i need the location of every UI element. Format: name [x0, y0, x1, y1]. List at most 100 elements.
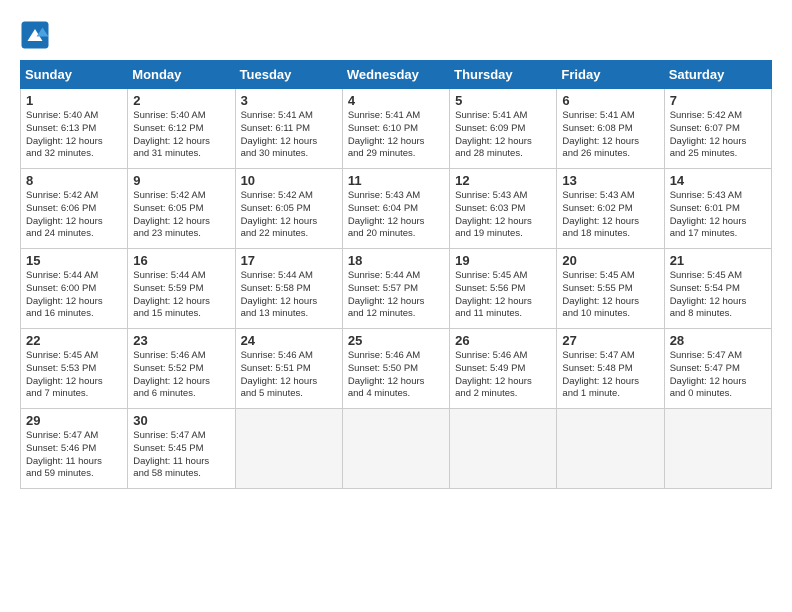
calendar-row-3: 22Sunrise: 5:45 AM Sunset: 5:53 PM Dayli…: [21, 329, 772, 409]
day-number: 12: [455, 173, 551, 188]
cell-info: Sunrise: 5:46 AM Sunset: 5:52 PM Dayligh…: [133, 350, 229, 401]
day-number: 1: [26, 93, 122, 108]
col-header-sunday: Sunday: [21, 61, 128, 89]
calendar-cell: 30Sunrise: 5:47 AM Sunset: 5:45 PM Dayli…: [128, 409, 235, 489]
col-header-monday: Monday: [128, 61, 235, 89]
calendar-cell: [664, 409, 771, 489]
cell-info: Sunrise: 5:41 AM Sunset: 6:10 PM Dayligh…: [348, 110, 444, 161]
col-header-wednesday: Wednesday: [342, 61, 449, 89]
page-header: [20, 20, 772, 50]
calendar-body: 1 Sunrise: 5:40 AM Sunset: 6:13 PM Daylig…: [21, 89, 772, 489]
cell-info: Sunrise: 5:45 AM Sunset: 5:55 PM Dayligh…: [562, 270, 658, 321]
calendar-cell: 20 Sunrise: 5:45 AM Sunset: 5:55 PM Dayli…: [557, 249, 664, 329]
calendar-cell: 1 Sunrise: 5:40 AM Sunset: 6:13 PM Daylig…: [21, 89, 128, 169]
day-number: 20: [562, 253, 658, 268]
day-number: 18: [348, 253, 444, 268]
day-number: 13: [562, 173, 658, 188]
day-number: 24: [241, 333, 337, 348]
cell-info: Sunrise: 5:45 AM Sunset: 5:54 PM Dayligh…: [670, 270, 766, 321]
col-header-thursday: Thursday: [450, 61, 557, 89]
day-number: 15: [26, 253, 122, 268]
cell-info: Sunrise: 5:46 AM Sunset: 5:51 PM Dayligh…: [241, 350, 337, 401]
calendar-cell: 21 Sunrise: 5:45 AM Sunset: 5:54 PM Dayli…: [664, 249, 771, 329]
cell-info: Sunrise: 5:46 AM Sunset: 5:50 PM Dayligh…: [348, 350, 444, 401]
day-number: 16: [133, 253, 229, 268]
cell-info: Sunrise: 5:42 AM Sunset: 6:05 PM Dayligh…: [133, 190, 229, 241]
calendar-cell: 27Sunrise: 5:47 AM Sunset: 5:48 PM Dayli…: [557, 329, 664, 409]
cell-info: Sunrise: 5:42 AM Sunset: 6:07 PM Dayligh…: [670, 110, 766, 161]
cell-info: Sunrise: 5:47 AM Sunset: 5:46 PM Dayligh…: [26, 430, 122, 481]
calendar-cell: 28 Sunrise: 5:47 AM Sunset: 5:47 PM Dayli…: [664, 329, 771, 409]
calendar-cell: 17Sunrise: 5:44 AM Sunset: 5:58 PM Dayli…: [235, 249, 342, 329]
cell-info: Sunrise: 5:42 AM Sunset: 6:06 PM Dayligh…: [26, 190, 122, 241]
calendar-cell: 15 Sunrise: 5:44 AM Sunset: 6:00 PM Dayli…: [21, 249, 128, 329]
calendar-row-1: 8 Sunrise: 5:42 AM Sunset: 6:06 PM Daylig…: [21, 169, 772, 249]
day-number: 8: [26, 173, 122, 188]
day-number: 2: [133, 93, 229, 108]
calendar-cell: 18 Sunrise: 5:44 AM Sunset: 5:57 PM Dayli…: [342, 249, 449, 329]
cell-info: Sunrise: 5:44 AM Sunset: 5:58 PM Dayligh…: [241, 270, 337, 321]
calendar-cell: 7 Sunrise: 5:42 AM Sunset: 6:07 PM Daylig…: [664, 89, 771, 169]
day-number: 3: [241, 93, 337, 108]
calendar-cell: 3 Sunrise: 5:41 AM Sunset: 6:11 PM Daylig…: [235, 89, 342, 169]
calendar-cell: 19Sunrise: 5:45 AM Sunset: 5:56 PM Dayli…: [450, 249, 557, 329]
cell-info: Sunrise: 5:47 AM Sunset: 5:45 PM Dayligh…: [133, 430, 229, 481]
calendar-cell: 26 Sunrise: 5:46 AM Sunset: 5:49 PM Dayli…: [450, 329, 557, 409]
day-number: 22: [26, 333, 122, 348]
day-number: 27: [562, 333, 658, 348]
cell-info: Sunrise: 5:41 AM Sunset: 6:08 PM Dayligh…: [562, 110, 658, 161]
col-header-friday: Friday: [557, 61, 664, 89]
day-number: 21: [670, 253, 766, 268]
cell-info: Sunrise: 5:41 AM Sunset: 6:09 PM Dayligh…: [455, 110, 551, 161]
calendar-cell: 29 Sunrise: 5:47 AM Sunset: 5:46 PM Dayli…: [21, 409, 128, 489]
day-number: 26: [455, 333, 551, 348]
calendar-row-4: 29 Sunrise: 5:47 AM Sunset: 5:46 PM Dayli…: [21, 409, 772, 489]
cell-info: Sunrise: 5:43 AM Sunset: 6:01 PM Dayligh…: [670, 190, 766, 241]
day-number: 6: [562, 93, 658, 108]
cell-info: Sunrise: 5:46 AM Sunset: 5:49 PM Dayligh…: [455, 350, 551, 401]
calendar-table: SundayMondayTuesdayWednesdayThursdayFrid…: [20, 60, 772, 489]
calendar-cell: 6 Sunrise: 5:41 AM Sunset: 6:08 PM Daylig…: [557, 89, 664, 169]
cell-info: Sunrise: 5:41 AM Sunset: 6:11 PM Dayligh…: [241, 110, 337, 161]
day-number: 5: [455, 93, 551, 108]
logo-icon: [20, 20, 50, 50]
col-header-saturday: Saturday: [664, 61, 771, 89]
cell-info: Sunrise: 5:44 AM Sunset: 5:57 PM Dayligh…: [348, 270, 444, 321]
cell-info: Sunrise: 5:44 AM Sunset: 5:59 PM Dayligh…: [133, 270, 229, 321]
calendar-cell: 10Sunrise: 5:42 AM Sunset: 6:05 PM Dayli…: [235, 169, 342, 249]
day-number: 10: [241, 173, 337, 188]
cell-info: Sunrise: 5:43 AM Sunset: 6:04 PM Dayligh…: [348, 190, 444, 241]
calendar-cell: [557, 409, 664, 489]
calendar-row-2: 15 Sunrise: 5:44 AM Sunset: 6:00 PM Dayli…: [21, 249, 772, 329]
cell-info: Sunrise: 5:40 AM Sunset: 6:13 PM Dayligh…: [26, 110, 122, 161]
cell-info: Sunrise: 5:47 AM Sunset: 5:47 PM Dayligh…: [670, 350, 766, 401]
cell-info: Sunrise: 5:43 AM Sunset: 6:03 PM Dayligh…: [455, 190, 551, 241]
cell-info: Sunrise: 5:40 AM Sunset: 6:12 PM Dayligh…: [133, 110, 229, 161]
calendar-cell: 25 Sunrise: 5:46 AM Sunset: 5:50 PM Dayli…: [342, 329, 449, 409]
calendar-cell: [450, 409, 557, 489]
cell-info: Sunrise: 5:43 AM Sunset: 6:02 PM Dayligh…: [562, 190, 658, 241]
calendar-cell: 23 Sunrise: 5:46 AM Sunset: 5:52 PM Dayli…: [128, 329, 235, 409]
day-number: 28: [670, 333, 766, 348]
calendar-cell: [342, 409, 449, 489]
calendar-cell: [235, 409, 342, 489]
col-header-tuesday: Tuesday: [235, 61, 342, 89]
calendar-header-row: SundayMondayTuesdayWednesdayThursdayFrid…: [21, 61, 772, 89]
cell-info: Sunrise: 5:45 AM Sunset: 5:56 PM Dayligh…: [455, 270, 551, 321]
calendar-cell: 2 Sunrise: 5:40 AM Sunset: 6:12 PM Daylig…: [128, 89, 235, 169]
calendar-cell: 24 Sunrise: 5:46 AM Sunset: 5:51 PM Dayli…: [235, 329, 342, 409]
logo: [20, 20, 54, 50]
calendar-cell: 4Sunrise: 5:41 AM Sunset: 6:10 PM Daylig…: [342, 89, 449, 169]
cell-info: Sunrise: 5:44 AM Sunset: 6:00 PM Dayligh…: [26, 270, 122, 321]
day-number: 29: [26, 413, 122, 428]
day-number: 7: [670, 93, 766, 108]
calendar-cell: 14 Sunrise: 5:43 AM Sunset: 6:01 PM Dayli…: [664, 169, 771, 249]
calendar-cell: 22Sunrise: 5:45 AM Sunset: 5:53 PM Dayli…: [21, 329, 128, 409]
calendar-cell: 9 Sunrise: 5:42 AM Sunset: 6:05 PM Daylig…: [128, 169, 235, 249]
calendar-cell: 11Sunrise: 5:43 AM Sunset: 6:04 PM Dayli…: [342, 169, 449, 249]
day-number: 23: [133, 333, 229, 348]
calendar-row-0: 1 Sunrise: 5:40 AM Sunset: 6:13 PM Daylig…: [21, 89, 772, 169]
day-number: 14: [670, 173, 766, 188]
day-number: 9: [133, 173, 229, 188]
day-number: 25: [348, 333, 444, 348]
